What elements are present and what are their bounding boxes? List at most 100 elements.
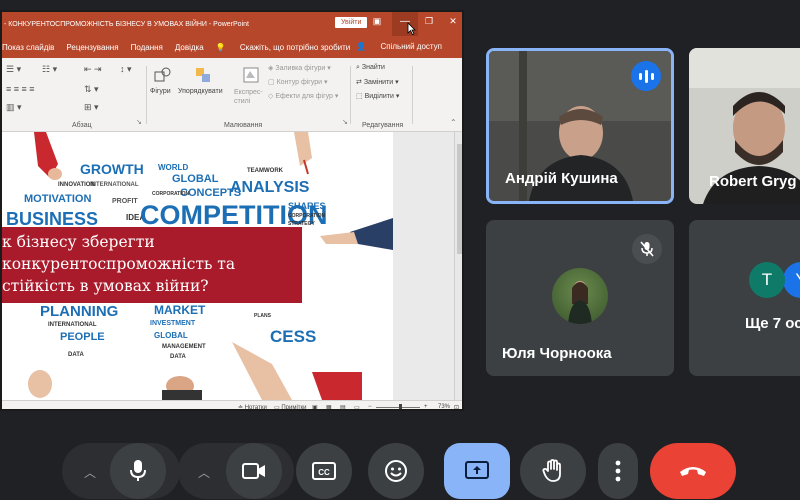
find-button[interactable]: ⌕ Знайти <box>356 64 385 72</box>
hand-image <box>294 132 312 175</box>
share-button[interactable]: 👤 Спільний доступ <box>356 42 454 51</box>
slide-canvas[interactable]: GROWTH INTERNATIONAL MOTIVATION INNOVATI… <box>2 132 393 400</box>
fit-slide-icon[interactable]: ⊡ <box>454 404 459 409</box>
shape-outline-button[interactable]: ▢ Контур фігури ▾ <box>268 78 328 86</box>
participant-tile[interactable]: Андрій Кушина <box>486 48 674 204</box>
comment-icon: ▭ <box>274 405 280 411</box>
leave-call-button[interactable] <box>650 443 736 499</box>
participant-tile[interactable]: Robert Gryg <box>689 48 800 204</box>
line-spacing-icon[interactable]: ↕ ▾ <box>120 64 132 75</box>
word-international-2: INTERNATIONAL <box>48 322 97 328</box>
notes-button[interactable]: ≐ Нотатки <box>238 404 267 409</box>
arrange-icon[interactable] <box>194 66 212 84</box>
mouse-cursor-icon <box>407 22 416 35</box>
slide-title-banner: к бізнесу зберегти конкурентоспроможніст… <box>2 227 302 303</box>
select-button[interactable]: ⬚ Виділити ▾ <box>356 92 399 100</box>
replace-button[interactable]: ⇄ Замінити ▾ <box>356 78 399 86</box>
slide-title-line-3: стійкість в умовах війни? <box>2 277 209 295</box>
speaking-indicator-icon <box>631 61 661 91</box>
word-data-2: DATA <box>170 354 186 360</box>
shapes-icon[interactable] <box>154 66 172 84</box>
word-corporation: CORPORATION <box>152 191 190 197</box>
smartart-icon[interactable]: ⊞ ▾ <box>84 102 99 113</box>
shape-effects-label: Ефекти для фігур <box>275 93 333 100</box>
indent-icon[interactable]: ⇤ ⇥ <box>84 64 102 75</box>
numbered-list-icon[interactable]: ☷ ▾ <box>42 64 57 75</box>
emoji-icon <box>385 460 407 482</box>
word-plans: PLANS <box>254 313 271 319</box>
group-drawing-label: Малювання <box>224 122 263 129</box>
word-management: MANAGEMENT <box>162 344 206 350</box>
svg-text:CC: CC <box>318 468 330 477</box>
present-screen-button[interactable] <box>444 443 510 499</box>
scroll-thumb[interactable] <box>457 144 462 254</box>
reactions-button[interactable] <box>368 443 424 499</box>
outline-icon: ▢ <box>268 79 275 86</box>
vertical-scrollbar[interactable] <box>454 132 462 400</box>
camera-button[interactable] <box>226 443 282 499</box>
drawing-launcher-icon[interactable]: ↘ <box>342 118 348 126</box>
group-paragraph-label: Абзац <box>72 122 92 129</box>
camera-icon <box>242 463 265 479</box>
ribbon-separator <box>412 66 413 124</box>
replace-icon: ⇄ <box>356 79 362 86</box>
group-editing-label: Редагування <box>362 122 404 129</box>
zoom-slider[interactable] <box>376 407 420 408</box>
participant-tile[interactable]: Юля Чорноока <box>486 220 674 376</box>
captions-button[interactable]: CC <box>296 443 352 499</box>
slide-title-line-1: к бізнесу зберегти <box>2 233 155 251</box>
zoom-in-icon[interactable]: + <box>424 404 428 409</box>
raise-hand-button[interactable] <box>520 443 586 499</box>
paragraph-launcher-icon[interactable]: ↘ <box>136 118 142 126</box>
ribbon-display-icon[interactable]: ▣ <box>370 16 384 27</box>
reading-view-icon[interactable]: ▤ <box>340 404 346 409</box>
quick-styles-button[interactable]: Експрес- стилі <box>234 88 263 106</box>
comments-button[interactable]: ▭ Примітки <box>274 404 307 411</box>
zoom-slider-thumb[interactable] <box>399 404 402 409</box>
slide-sorter-icon[interactable]: ▦ <box>326 404 332 409</box>
word-international: INTERNATIONAL <box>90 182 139 188</box>
more-options-button[interactable] <box>598 443 638 499</box>
more-participants-label: Ще 7 ос <box>745 315 800 332</box>
select-icon: ⬚ <box>356 93 363 100</box>
word-global: GLOBAL <box>172 173 219 185</box>
normal-view-icon[interactable]: ▣ <box>312 404 318 409</box>
shape-fill-button[interactable]: ◈ Заливка фігури ▾ <box>268 64 331 72</box>
hangup-icon <box>680 467 706 476</box>
replace-label: Замінити <box>363 79 394 86</box>
ppt-close-icon[interactable]: ✕ <box>446 16 460 27</box>
shape-effects-button[interactable]: ◇ Ефекти для фігур ▾ <box>268 92 338 100</box>
menu-review[interactable]: Рецензування <box>66 43 118 52</box>
menu-view[interactable]: Подання <box>131 43 163 52</box>
collapse-ribbon-icon[interactable]: ⌃ <box>450 118 457 127</box>
audio-options-caret-icon[interactable]: ︿ <box>84 464 96 481</box>
shape-fill-label: Заливка фігури <box>275 65 326 72</box>
menu-help[interactable]: Довідка <box>175 43 204 52</box>
ppt-restore-icon[interactable]: ❐ <box>422 16 436 27</box>
quick-styles-icon[interactable] <box>242 66 260 84</box>
slide-title-line-2: конкурентоспроможність та <box>2 255 236 273</box>
text-direction-icon[interactable]: ⇅ ▾ <box>84 84 99 95</box>
list-icon[interactable]: ☰ ▾ <box>6 64 21 75</box>
word-shares: SHARES <box>288 201 326 211</box>
arrange-button[interactable]: Упорядкувати <box>178 88 223 95</box>
zoom-out-icon[interactable]: − <box>368 404 372 409</box>
word-analysis: ANALYSIS <box>230 179 310 196</box>
slide-editing-area: GROWTH INTERNATIONAL MOTIVATION INNOVATI… <box>2 132 454 400</box>
hand-image <box>162 376 202 400</box>
shapes-button[interactable]: Фігури <box>150 88 171 95</box>
word-planning: PLANNING <box>40 303 119 320</box>
video-options-caret-icon[interactable]: ︿ <box>198 464 210 481</box>
word-world: WORLD <box>158 163 189 172</box>
columns-icon[interactable]: ▥ ▾ <box>6 102 22 113</box>
align-icon[interactable]: ≡ ≡ ≡ ≡ <box>6 84 35 94</box>
hand-image <box>34 132 62 180</box>
menu-slideshow[interactable]: Показ слайдів <box>2 43 54 52</box>
tell-me-box[interactable]: 💡 Скажіть, що потрібно зробити <box>216 43 363 52</box>
ppt-sign-in-button[interactable]: Увійти <box>335 17 368 28</box>
slideshow-view-icon[interactable]: ▭ <box>354 404 360 409</box>
microphone-button[interactable] <box>110 443 166 499</box>
zoom-level[interactable]: 73% <box>438 404 450 409</box>
word-business: BUSINESS <box>6 209 99 229</box>
participant-tile-others[interactable]: T Y Ще 7 ос <box>689 220 800 376</box>
